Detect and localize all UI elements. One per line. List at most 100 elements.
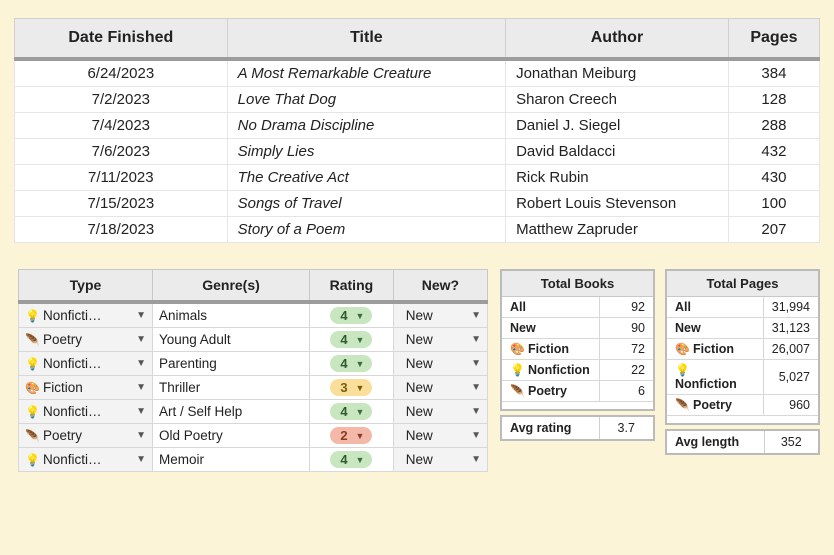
cell-pages: 384 <box>728 59 819 87</box>
cell-genre: Young Adult <box>153 328 310 352</box>
cell-author: Robert Louis Stevenson <box>506 191 729 217</box>
chevron-down-icon: ▼ <box>471 310 481 321</box>
type-dropdown[interactable]: 🪶Poetry▼ <box>19 328 153 352</box>
rating-dropdown[interactable]: 4▼ <box>310 448 394 472</box>
table-row: 7/11/2023The Creative ActRick Rubin430 <box>15 165 820 191</box>
stat-row: 💡Nonfiction5,027 <box>666 360 819 395</box>
header-author: Author <box>506 19 729 60</box>
stat-row: 🎨Fiction72 <box>501 339 654 360</box>
stat-label: 🪶Poetry <box>501 381 599 402</box>
stat-row: New31,123 <box>666 318 819 339</box>
type-icon: 💡 <box>25 405 39 419</box>
cell-pages: 432 <box>728 139 819 165</box>
cell-pages: 128 <box>728 87 819 113</box>
cell-pages: 288 <box>728 113 819 139</box>
chevron-down-icon: ▼ <box>471 430 481 441</box>
stat-label: New <box>501 318 599 339</box>
type-icon: 💡 <box>25 309 39 323</box>
table-row: 7/2/2023Love That DogSharon Creech128 <box>15 87 820 113</box>
chevron-down-icon: ▼ <box>136 310 146 321</box>
cell-genre: Thriller <box>153 376 310 400</box>
type-icon: 💡 <box>25 453 39 467</box>
stat-row: 🎨Fiction26,007 <box>666 339 819 360</box>
chevron-down-icon: ▼ <box>355 311 364 321</box>
avg-rating-label: Avg rating <box>501 416 599 440</box>
table-row: 7/6/2023Simply LiesDavid Baldacci432 <box>15 139 820 165</box>
rating-dropdown[interactable]: 4▼ <box>310 352 394 376</box>
type-dropdown[interactable]: 🎨Fiction▼ <box>19 376 153 400</box>
cell-author: David Baldacci <box>506 139 729 165</box>
cell-date: 7/11/2023 <box>15 165 228 191</box>
new-dropdown[interactable]: New▼ <box>393 352 487 376</box>
table-row: 🪶Poetry▼Young Adult4▼New▼ <box>19 328 488 352</box>
type-icon: 💡 <box>25 357 39 371</box>
type-dropdown[interactable]: 💡Nonficti…▼ <box>19 302 153 328</box>
chevron-down-icon: ▼ <box>355 383 364 393</box>
cell-genre: Old Poetry <box>153 424 310 448</box>
total-pages-header: Total Pages <box>666 270 819 297</box>
chevron-down-icon: ▼ <box>355 335 364 345</box>
rating-dropdown[interactable]: 4▼ <box>310 328 394 352</box>
new-dropdown[interactable]: New▼ <box>393 424 487 448</box>
stat-label: All <box>501 297 599 318</box>
rating-dropdown[interactable]: 4▼ <box>310 400 394 424</box>
cell-date: 7/15/2023 <box>15 191 228 217</box>
stat-value: 6 <box>599 381 654 402</box>
avg-length-table: Avg length 352 <box>665 429 820 455</box>
new-dropdown[interactable]: New▼ <box>393 376 487 400</box>
header-type: Type <box>19 270 153 303</box>
cell-author: Sharon Creech <box>506 87 729 113</box>
chevron-down-icon: ▼ <box>136 382 146 393</box>
chevron-down-icon: ▼ <box>136 358 146 369</box>
stat-label: 💡Nonfiction <box>666 360 763 395</box>
table-row: 7/4/2023No Drama DisciplineDaniel J. Sie… <box>15 113 820 139</box>
stat-row: 💡Nonfiction22 <box>501 360 654 381</box>
new-dropdown[interactable]: New▼ <box>393 328 487 352</box>
cell-author: Daniel J. Siegel <box>506 113 729 139</box>
chevron-down-icon: ▼ <box>355 455 364 465</box>
table-row: 🪶Poetry▼Old Poetry2▼New▼ <box>19 424 488 448</box>
total-pages-table: Total Pages All31,994New31,123🎨Fiction26… <box>665 269 820 425</box>
total-books-header: Total Books <box>501 270 654 297</box>
chevron-down-icon: ▼ <box>136 334 146 345</box>
avg-rating-value: 3.7 <box>599 416 654 440</box>
type-dropdown[interactable]: 🪶Poetry▼ <box>19 424 153 448</box>
type-dropdown[interactable]: 💡Nonficti…▼ <box>19 448 153 472</box>
cell-author: Rick Rubin <box>506 165 729 191</box>
total-books-table: Total Books All92New90🎨Fiction72💡Nonfict… <box>500 269 655 411</box>
cell-genre: Art / Self Help <box>153 400 310 424</box>
table-row: 💡Nonficti…▼Animals4▼New▼ <box>19 302 488 328</box>
type-dropdown[interactable]: 💡Nonficti…▼ <box>19 352 153 376</box>
books-table: Date Finished Title Author Pages 6/24/20… <box>14 18 820 243</box>
rating-dropdown[interactable]: 4▼ <box>310 302 394 328</box>
cell-author: Jonathan Meiburg <box>506 59 729 87</box>
rating-dropdown[interactable]: 3▼ <box>310 376 394 400</box>
stat-row: All31,994 <box>666 297 819 318</box>
stat-value: 22 <box>599 360 654 381</box>
category-icon: 🪶 <box>510 384 524 398</box>
chevron-down-icon: ▼ <box>471 406 481 417</box>
category-icon: 💡 <box>675 363 689 377</box>
stat-value: 90 <box>599 318 654 339</box>
new-dropdown[interactable]: New▼ <box>393 448 487 472</box>
cell-title: Songs of Travel <box>227 191 505 217</box>
chevron-down-icon: ▼ <box>355 407 364 417</box>
cell-genre: Parenting <box>153 352 310 376</box>
cell-date: 7/18/2023 <box>15 217 228 243</box>
header-date: Date Finished <box>15 19 228 60</box>
avg-rating-table: Avg rating 3.7 <box>500 415 655 441</box>
cell-date: 7/6/2023 <box>15 139 228 165</box>
new-dropdown[interactable]: New▼ <box>393 400 487 424</box>
type-dropdown[interactable]: 💡Nonficti…▼ <box>19 400 153 424</box>
stat-label: 🪶Poetry <box>666 395 763 416</box>
cell-title: Love That Dog <box>227 87 505 113</box>
stat-label: All <box>666 297 763 318</box>
new-dropdown[interactable]: New▼ <box>393 302 487 328</box>
stat-value: 72 <box>599 339 654 360</box>
table-row: 💡Nonficti…▼Art / Self Help4▼New▼ <box>19 400 488 424</box>
stat-value: 92 <box>599 297 654 318</box>
rating-dropdown[interactable]: 2▼ <box>310 424 394 448</box>
type-icon: 🪶 <box>25 333 39 347</box>
table-row: 6/24/2023A Most Remarkable CreatureJonat… <box>15 59 820 87</box>
header-rating: Rating <box>310 270 394 303</box>
